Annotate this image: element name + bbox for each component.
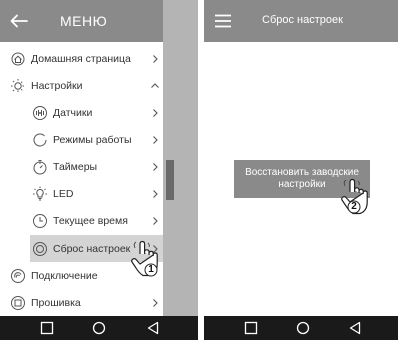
bulb-icon: [32, 186, 48, 202]
sensors-icon: [32, 105, 48, 121]
hamburger-icon[interactable]: [214, 13, 232, 29]
tap-hand-icon: 1: [128, 240, 162, 280]
menu-item-timers[interactable]: Таймеры: [0, 153, 163, 180]
circle-icon[interactable]: [296, 321, 310, 335]
menu-item-modes[interactable]: Режимы работы: [0, 126, 163, 153]
reset-screen: Сброс настроек Восстановить заводские на…: [204, 0, 398, 340]
timer-icon: [32, 159, 48, 175]
settings-sun-icon: [10, 78, 26, 94]
clock-icon: [32, 213, 48, 229]
modes-icon: [32, 132, 48, 148]
android-navbar: [204, 316, 398, 340]
menu-item-label: Домашняя страница: [31, 52, 131, 65]
connection-icon: [10, 268, 26, 284]
menu-item-label: Прошивка: [31, 296, 81, 309]
chevron-right-icon: [153, 135, 158, 144]
step-number-badge: 2: [351, 201, 357, 212]
tap-hand-icon: 2: [338, 178, 372, 218]
menu-item-label: Подключение: [31, 269, 98, 282]
step-number-badge: 1: [148, 264, 154, 275]
arrow-left-icon: [10, 14, 28, 28]
menu-item-label: Настройки: [31, 79, 83, 92]
drawer-scrim[interactable]: [163, 0, 198, 316]
firmware-icon: [10, 295, 26, 311]
chevron-up-icon: [151, 82, 159, 88]
menu-screen: МЕНЮ Домашняя страница Настройки Датчики…: [0, 0, 198, 340]
chevron-right-icon: [153, 298, 158, 307]
reset-header: Сброс настроек: [204, 0, 398, 42]
chevron-right-icon: [153, 54, 158, 63]
menu-item-time[interactable]: Текущее время: [0, 207, 163, 234]
menu-item-home[interactable]: Домашняя страница: [0, 45, 163, 72]
scrollbar-thumb[interactable]: [166, 160, 174, 200]
triangle-back-icon[interactable]: [348, 321, 362, 335]
menu-item-label: Сброс настроек: [53, 242, 131, 255]
menu-item-label: Текущее время: [53, 214, 128, 227]
menu-item-label: LED: [53, 187, 74, 200]
chevron-right-icon: [153, 189, 158, 198]
chevron-right-icon: [153, 162, 158, 171]
square-icon[interactable]: [244, 321, 258, 335]
menu-item-firmware[interactable]: Прошивка: [0, 289, 163, 316]
menu-item-led[interactable]: LED: [0, 180, 163, 207]
reset-title: Сброс настроек: [262, 14, 343, 26]
menu-item-label: Режимы работы: [53, 133, 132, 146]
menu-header: МЕНЮ: [0, 0, 163, 42]
reset-icon: [32, 241, 48, 257]
menu-title: МЕНЮ: [60, 13, 108, 29]
square-icon[interactable]: [40, 321, 54, 335]
menu-item-settings[interactable]: Настройки: [0, 72, 163, 99]
home-icon: [10, 51, 26, 67]
menu-item-sensors[interactable]: Датчики: [0, 99, 163, 126]
circle-icon[interactable]: [92, 321, 106, 335]
menu-item-label: Датчики: [53, 106, 93, 119]
triangle-back-icon[interactable]: [146, 321, 160, 335]
chevron-right-icon: [153, 216, 158, 225]
back-button[interactable]: [0, 0, 38, 42]
android-navbar: [0, 316, 198, 340]
menu-item-label: Таймеры: [53, 160, 98, 173]
chevron-right-icon: [153, 108, 158, 117]
